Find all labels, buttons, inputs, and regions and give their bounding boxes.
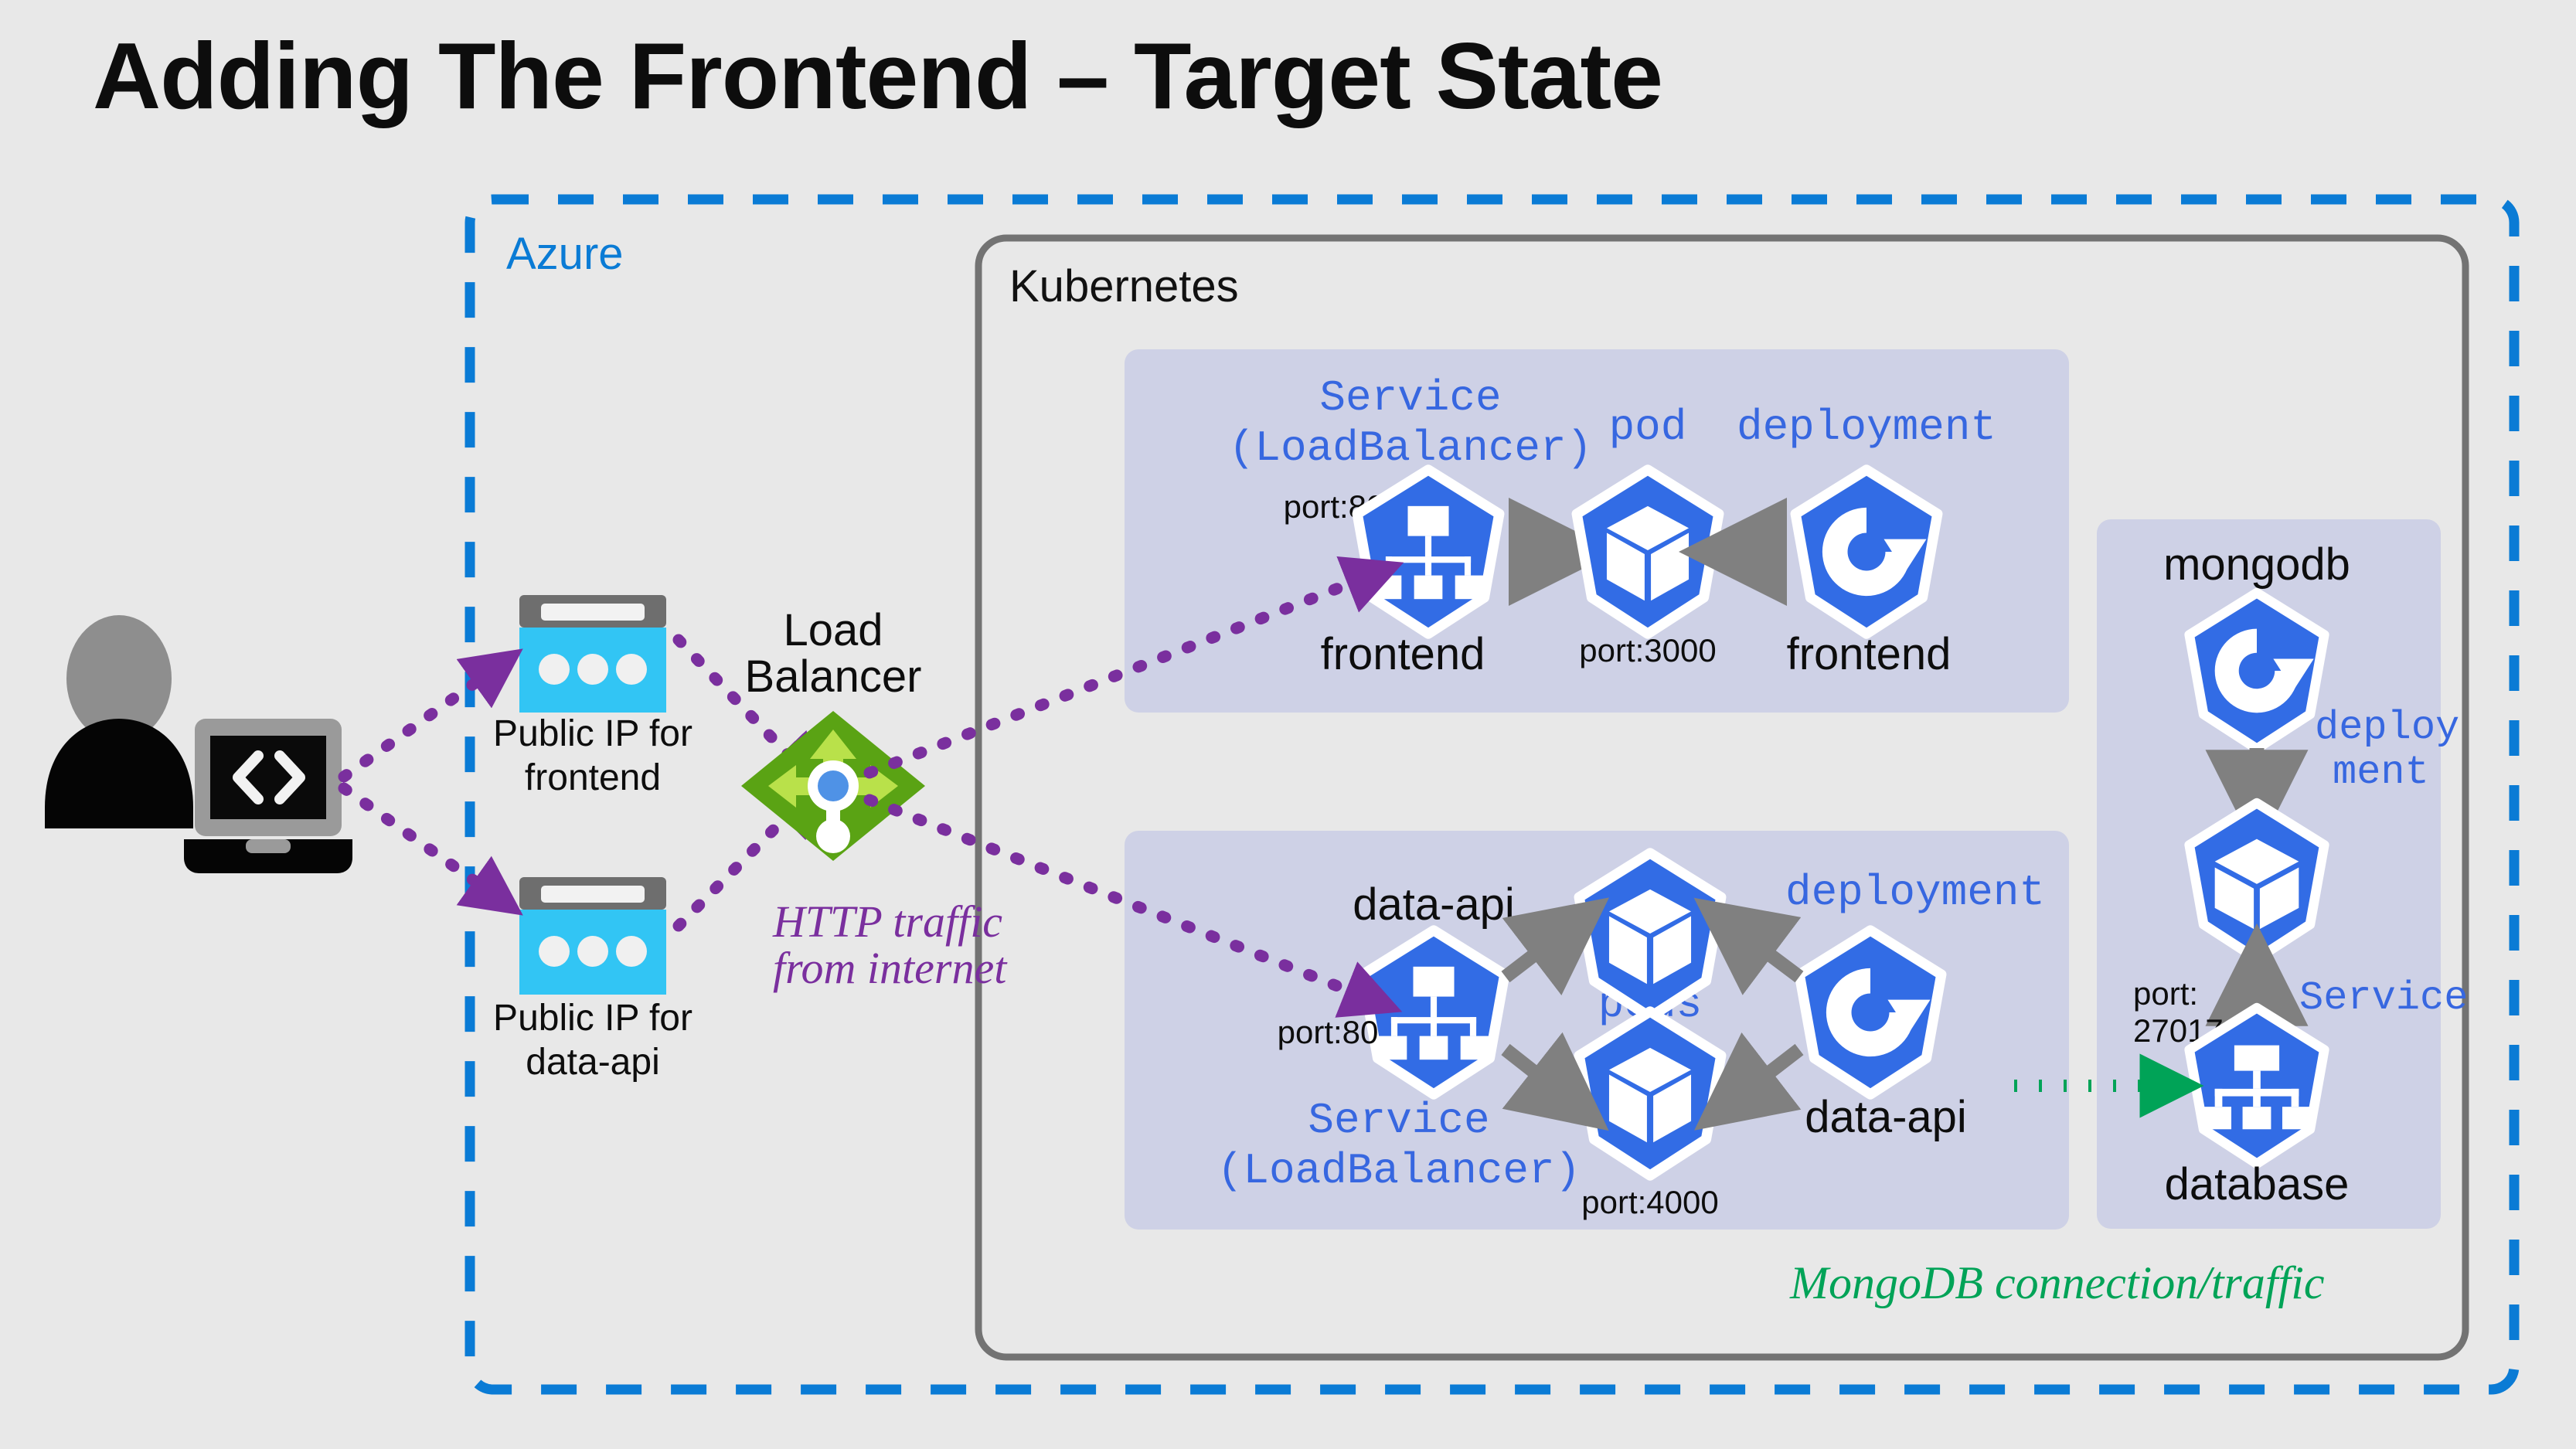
mongodb-service-name: database xyxy=(2165,1159,2350,1209)
frontend-deployment-name: frontend xyxy=(1787,629,1952,679)
http-traffic-caption-line1: HTTP traffic xyxy=(772,896,1002,947)
frontend-pod-port: port:3000 xyxy=(1579,632,1716,668)
data-api-service-name: data-api xyxy=(1353,879,1515,930)
data-api-service-label-line2: (LoadBalancer) xyxy=(1217,1146,1581,1196)
data-api-deployment-name: data-api xyxy=(1805,1092,1967,1142)
mongodb-service-label: Service xyxy=(2299,975,2468,1021)
mongodb-deployment-label-line2: ment xyxy=(2333,750,2429,795)
frontend-deployment-label: deployment xyxy=(1737,403,1996,452)
public-ip-frontend-label-line2: frontend xyxy=(525,757,661,798)
diagram-canvas: Adding The Frontend – Target State Azure… xyxy=(0,0,2576,1449)
http-traffic-caption-line2: from internet xyxy=(773,943,1008,993)
frontend-service-label-line2: (LoadBalancer) xyxy=(1229,423,1592,473)
public-ip-data-api-label-line2: data-api xyxy=(526,1042,659,1083)
azure-label: Azure xyxy=(506,229,624,279)
laptop-code-icon xyxy=(184,719,352,873)
mongodb-deployment-label-line1: deploy xyxy=(2315,705,2459,750)
load-balancer-label-line1: Load xyxy=(783,605,883,655)
data-api-service-port: port:80 xyxy=(1278,1014,1379,1050)
data-api-deployment-label: deployment xyxy=(1785,868,2045,917)
data-api-service-label-line1: Service xyxy=(1308,1096,1489,1145)
frontend-service-name: frontend xyxy=(1321,629,1485,679)
mongodb-port-line1: port: xyxy=(2133,975,2198,1012)
frontend-pod-label: pod xyxy=(1609,403,1687,452)
data-api-pods-port: port:4000 xyxy=(1581,1184,1718,1220)
architecture-diagram: Adding The Frontend – Target State Azure… xyxy=(0,0,2576,1449)
public-ip-data-api[interactable] xyxy=(519,877,666,995)
load-balancer-label-line2: Balancer xyxy=(745,651,922,702)
page-title: Adding The Frontend – Target State xyxy=(93,23,1662,128)
public-ip-data-api-label-line1: Public IP for xyxy=(493,998,692,1039)
mongodb-connection-caption: MongoDB connection/traffic xyxy=(1789,1257,2325,1308)
public-ip-frontend[interactable] xyxy=(519,595,666,713)
frontend-service-label-line1: Service xyxy=(1319,373,1501,423)
mongodb-panel-title: mongodb xyxy=(2163,539,2350,590)
kubernetes-label: Kubernetes xyxy=(1009,261,1239,311)
public-ip-frontend-label-line1: Public IP for xyxy=(493,713,692,754)
